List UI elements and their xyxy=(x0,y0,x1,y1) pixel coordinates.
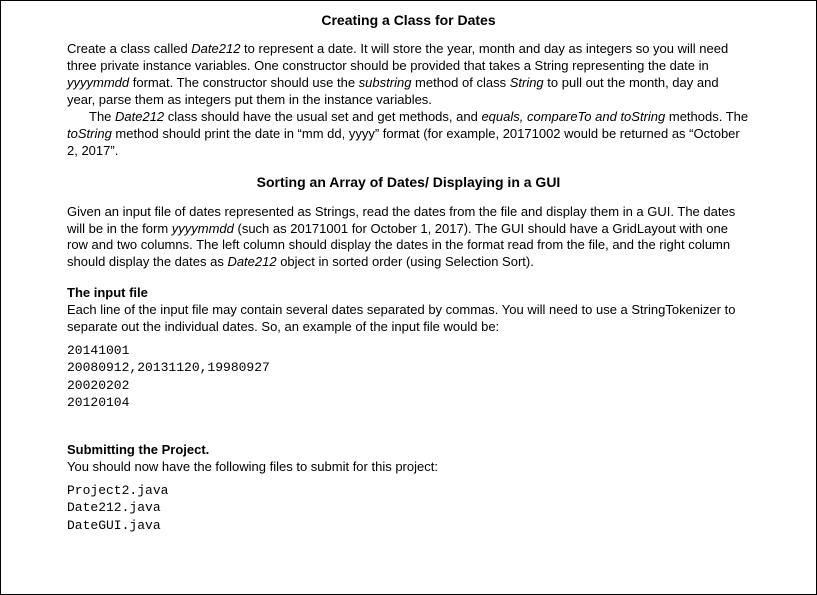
code-line: 20120104 xyxy=(67,394,750,412)
file-list: Project2.java Date212.java DateGUI.java xyxy=(67,482,750,535)
paragraph-input-desc: Each line of the input file may contain … xyxy=(67,302,750,336)
paragraph-gui: Given an input file of dates represented… xyxy=(67,204,750,272)
text-fragment: object in sorted order (using Selection … xyxy=(277,254,534,269)
paragraph-methods: The Date212 class should have the usual … xyxy=(67,109,750,160)
text-fragment: class should have the usual set and get … xyxy=(164,109,481,124)
heading-submitting: Submitting the Project. xyxy=(67,442,750,459)
heading-creating-class: Creating a Class for Dates xyxy=(67,11,750,29)
format-yyyymmdd: yyyymmdd xyxy=(172,221,234,236)
classname-date212: Date212 xyxy=(227,254,276,269)
format-yyyymmdd: yyyymmdd xyxy=(67,75,129,90)
classname-date212: Date212 xyxy=(115,109,164,124)
classname-string: String xyxy=(510,75,544,90)
text-fragment: methods. The xyxy=(665,109,748,124)
methods-list: equals, compareTo and toString xyxy=(481,109,665,124)
code-line: 20020202 xyxy=(67,377,750,395)
file-name: Project2.java xyxy=(67,482,750,500)
classname-date212: Date212 xyxy=(191,41,240,56)
code-line: 20080912,20131120,19980927 xyxy=(67,359,750,377)
text-fragment: method of class xyxy=(411,75,509,90)
method-tostring: toString xyxy=(67,126,112,141)
method-substring: substring xyxy=(359,75,412,90)
heading-input-file: The input file xyxy=(67,285,750,302)
text-fragment: method should print the date in “mm dd, … xyxy=(67,126,740,158)
paragraph-intro: Create a class called Date212 to represe… xyxy=(67,41,750,109)
text-fragment: Create a class called xyxy=(67,41,191,56)
code-line: 20141001 xyxy=(67,342,750,360)
code-sample-input: 20141001 20080912,20131120,19980927 2002… xyxy=(67,342,750,412)
text-fragment: The xyxy=(89,109,115,124)
paragraph-submit-desc: You should now have the following files … xyxy=(67,459,750,476)
file-name: Date212.java xyxy=(67,499,750,517)
file-name: DateGUI.java xyxy=(67,517,750,535)
heading-sorting: Sorting an Array of Dates/ Displaying in… xyxy=(67,173,750,191)
text-fragment: format. The constructor should use the xyxy=(129,75,359,90)
